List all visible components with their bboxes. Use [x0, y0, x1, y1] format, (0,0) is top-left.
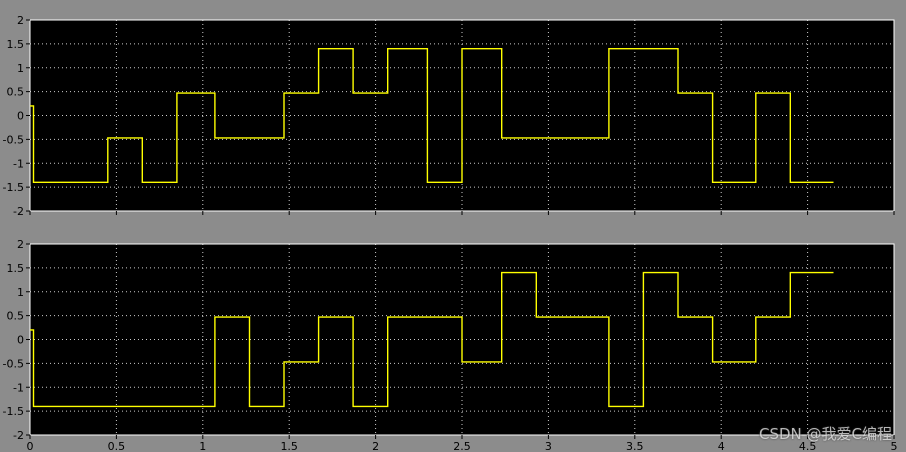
- x-tick-label: 0: [27, 440, 34, 452]
- y-tick-label: 2: [17, 14, 24, 27]
- x-tick-label: 0.5: [108, 440, 126, 452]
- watermark-text: CSDN @我爱C编程: [758, 425, 892, 443]
- y-tick-label: 0.5: [7, 86, 25, 99]
- y-tick-label: -0.5: [3, 357, 24, 370]
- y-tick-label: 1: [17, 286, 24, 299]
- x-tick-label: 2.5: [453, 440, 471, 452]
- top-scope-panel: -2 -1.5 -1 -0.5 0 0.5 1 1.5 2: [3, 14, 895, 218]
- y-tick-label: -1: [13, 381, 24, 394]
- y-tick-label: -1.5: [3, 181, 24, 194]
- x-tick-label: 2: [372, 440, 379, 452]
- x-tick-label: 1.5: [280, 440, 298, 452]
- x-tick-label: 3.5: [626, 440, 644, 452]
- scope-figure: -2 -1.5 -1 -0.5 0 0.5 1 1.5 2 -2 -1.5 -1 -0.5 0 0.5 1 1…: [3, 14, 898, 452]
- x-tick-label: 4: [718, 440, 725, 452]
- x-tick-label: 3: [545, 440, 552, 452]
- y-tick-label: -1.5: [3, 405, 24, 418]
- y-tick-label: 2: [17, 238, 24, 251]
- y-tick-label: 1: [17, 62, 24, 75]
- x-tick-label: 1: [199, 440, 206, 452]
- y-tick-label: -2: [13, 429, 24, 442]
- y-tick-label: 0: [17, 334, 24, 347]
- y-tick-label: 1.5: [7, 38, 25, 51]
- y-tick-label: -0.5: [3, 133, 24, 146]
- y-tick-label: -1: [13, 157, 24, 170]
- bottom-scope-panel: -2-1.5-1-0.500.511.520 0.5 1 1.5 2 2.5 3 3.5 4 4.…: [3, 238, 898, 452]
- y-tick-label: 1.5: [7, 262, 25, 275]
- y-tick-label: 0.5: [7, 310, 25, 323]
- y-tick-label: 0: [17, 110, 24, 123]
- y-tick-label: -2: [13, 205, 24, 218]
